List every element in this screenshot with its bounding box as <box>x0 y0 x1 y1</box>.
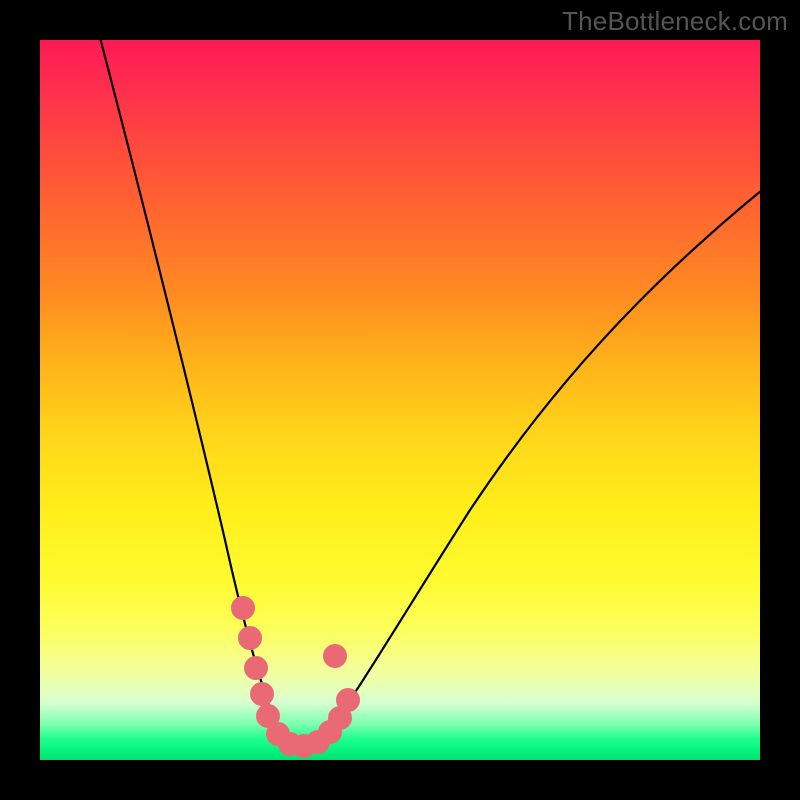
highlight-dots <box>231 596 360 758</box>
curve-right-branch <box>298 190 760 750</box>
curves-layer <box>40 40 760 760</box>
chart-frame: TheBottleneck.com <box>0 0 800 800</box>
watermark-text: TheBottleneck.com <box>562 6 788 37</box>
dot <box>250 682 274 706</box>
dot <box>231 596 255 620</box>
plot-area <box>40 40 760 760</box>
dot <box>336 688 360 712</box>
dot <box>244 656 268 680</box>
dot <box>323 644 347 668</box>
dot <box>238 626 262 650</box>
curve-left-branch <box>98 40 298 750</box>
